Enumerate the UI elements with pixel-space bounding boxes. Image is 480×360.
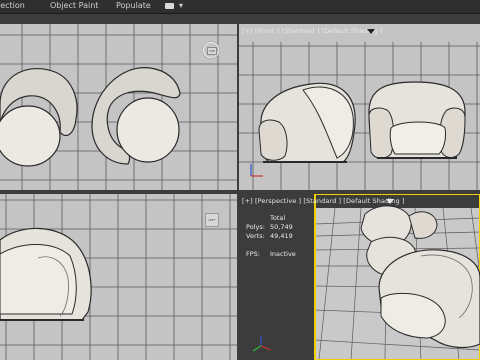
ribbon-tab-populate[interactable]: Populate (116, 1, 151, 10)
viewport-grid (239, 42, 480, 190)
stats-header: Total (270, 214, 286, 222)
sofa-front-view-left (258, 82, 356, 163)
viewport-grid (0, 194, 237, 360)
axis-tripod-icon (252, 336, 272, 352)
verts-value: 49,419 (270, 232, 293, 240)
viewcube-icon[interactable]: LEFT (205, 213, 219, 227)
viewport-top-left[interactable]: TOP (0, 24, 237, 190)
funnel-icon[interactable] (367, 29, 375, 34)
statistics-panel: Total Polys: 50,749 Verts: 49,419 FPS: I… (246, 214, 316, 259)
polys-value: 50,749 (270, 223, 293, 231)
viewport-label-front[interactable]: [+] [Front ] [Standard ] [Default Shadin… (242, 27, 383, 35)
ribbon-toolbar: lection Object Paint Populate ▾ (0, 0, 480, 14)
viewport-grid (0, 24, 237, 190)
sofa-top-view-right (91, 67, 181, 165)
polys-label: Polys: (246, 223, 265, 231)
chevron-down-icon[interactable]: ▾ (179, 1, 183, 10)
fps-label: FPS: (246, 250, 260, 258)
verts-label: Verts: (246, 232, 265, 240)
ribbon-tab-selection[interactable]: lection (0, 1, 25, 10)
sofa-side-view (0, 227, 92, 321)
sofa-front-view-right (368, 81, 466, 159)
viewcube-icon[interactable]: TOP (203, 42, 219, 58)
viewport-bottom-left[interactable]: LEFT (0, 194, 237, 360)
fps-value: Inactive (270, 250, 296, 258)
ribbon-options-icon[interactable] (165, 3, 174, 9)
ribbon-tab-object-paint[interactable]: Object Paint (50, 1, 98, 10)
viewport-front[interactable]: [+] [Front ] [Standard ] [Default Shadin… (239, 24, 480, 190)
viewport-label-perspective[interactable]: [+] [Perspective ] [Standard ] [Default … (242, 197, 404, 205)
funnel-icon[interactable] (386, 199, 394, 204)
viewport-perspective[interactable]: [+] [Perspective ] [Standard ] [Default … (239, 194, 480, 360)
